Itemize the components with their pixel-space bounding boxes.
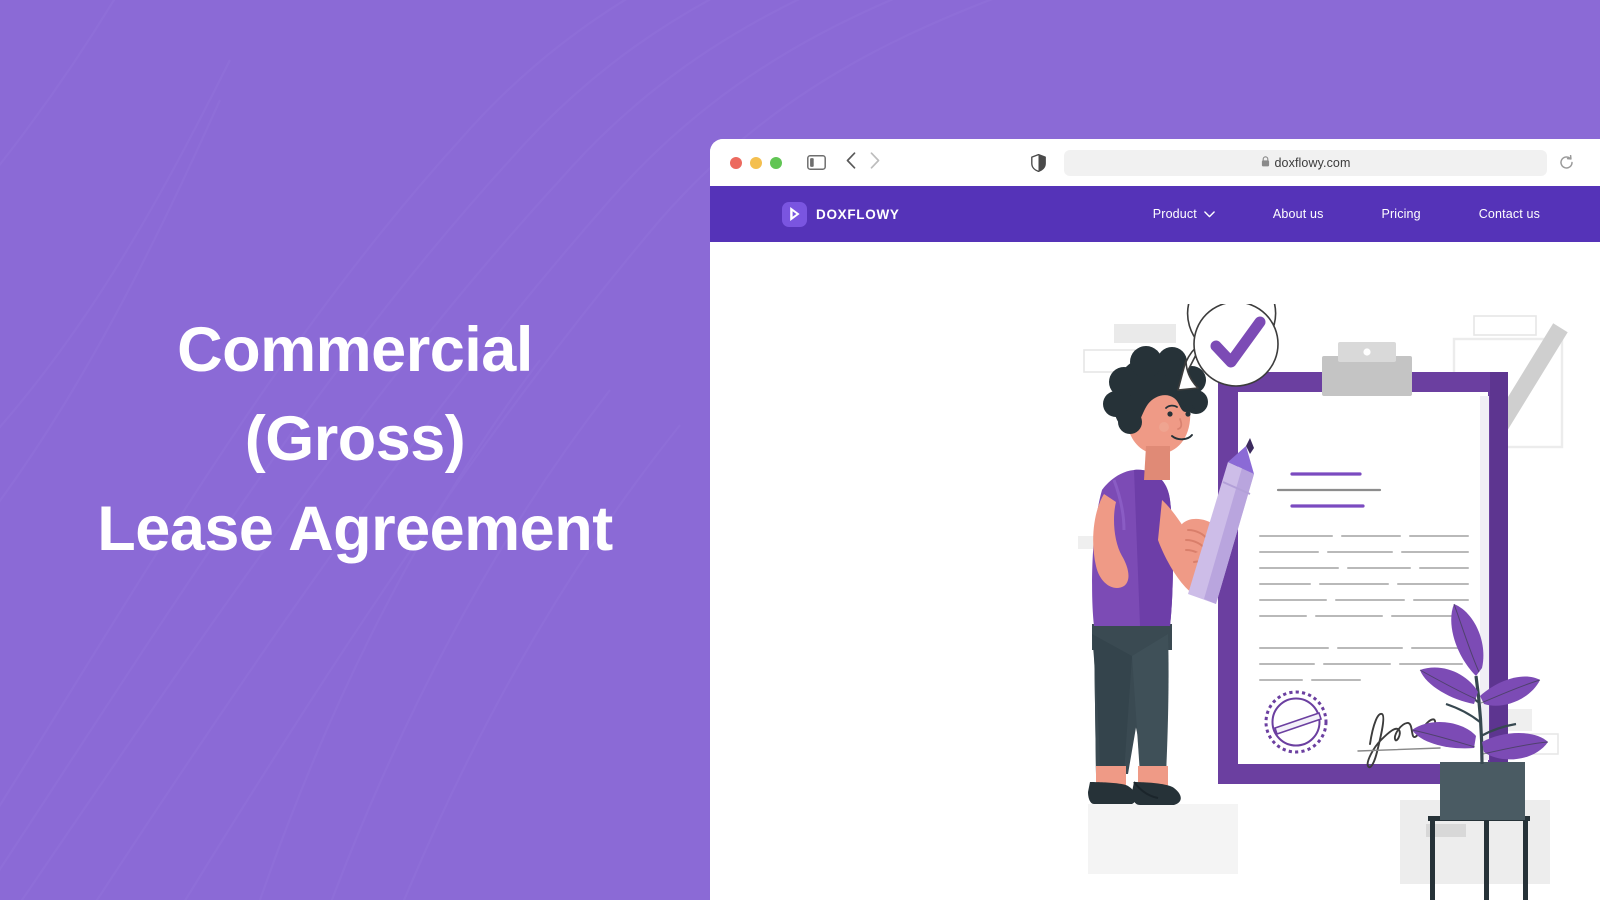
clipboard-document xyxy=(1218,342,1508,784)
nav-item-about-us[interactable]: About us xyxy=(1273,207,1324,221)
nav-item-contact-us[interactable]: Contact us xyxy=(1479,207,1540,221)
signing-contract-illustration xyxy=(1078,304,1568,900)
browser-window: doxflowy.com DOXFLOWY Product About us P… xyxy=(710,139,1600,900)
window-controls[interactable] xyxy=(730,156,782,169)
nav-item-about-us-label: About us xyxy=(1272,207,1324,221)
navigation-arrows[interactable] xyxy=(846,151,880,174)
brand-name: DOXFLOWY xyxy=(816,206,900,222)
nav-item-product-label: Product xyxy=(1152,207,1197,221)
reload-icon[interactable] xyxy=(1559,155,1574,170)
address-bar[interactable]: doxflowy.com xyxy=(1064,149,1547,176)
url-text[interactable]: doxflowy.com xyxy=(1275,156,1351,170)
nav-item-contact-us-label: Contact us xyxy=(1478,207,1540,221)
nav-item-pricing-label: Pricing xyxy=(1381,207,1421,221)
site-content-area xyxy=(710,242,1600,900)
brand-logo[interactable]: DOXFLOWY xyxy=(782,201,900,227)
minimize-window-button[interactable] xyxy=(750,156,762,169)
maximize-window-button[interactable] xyxy=(770,156,782,169)
shield-icon[interactable] xyxy=(1031,153,1046,172)
title-line-2: (Gross) xyxy=(244,404,466,475)
chevron-down-icon[interactable] xyxy=(1204,207,1215,221)
title-line-1: Commercial xyxy=(177,314,533,385)
browser-toolbar: doxflowy.com xyxy=(710,139,1600,186)
poster-title: Commercial (Gross) Lease Agreement xyxy=(0,0,710,900)
site-navbar: DOXFLOWY Product About us Pricing Contac… xyxy=(710,186,1600,242)
chevron-left-icon[interactable] xyxy=(846,151,856,174)
nav-item-product[interactable]: Product xyxy=(1153,207,1215,221)
close-window-button[interactable] xyxy=(730,156,742,169)
lock-icon xyxy=(1261,154,1270,172)
poster-canvas: Commercial (Gross) Lease Agreement doxfl… xyxy=(0,0,1600,900)
sidebar-icon[interactable] xyxy=(807,155,826,170)
chevron-right-icon[interactable] xyxy=(870,151,880,174)
title-line-3: Lease Agreement xyxy=(97,493,613,564)
doxflowy-logo-icon xyxy=(782,201,807,227)
site-nav-links: Product About us Pricing Contact us xyxy=(1153,207,1540,221)
nav-item-pricing[interactable]: Pricing xyxy=(1381,207,1420,221)
